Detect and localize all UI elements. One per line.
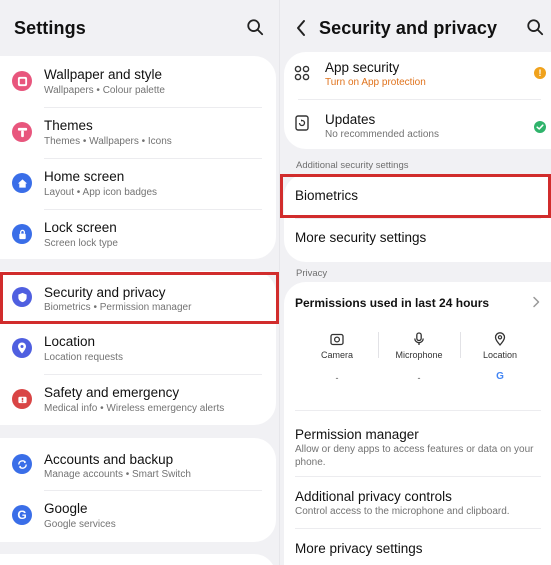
- emergency-icon: [12, 389, 32, 409]
- settings-item-google[interactable]: G Google Google services: [0, 490, 276, 542]
- item-title: Permission manager: [295, 427, 419, 442]
- google-app-icon: G: [496, 371, 504, 382]
- divider: [295, 476, 541, 477]
- settings-item-lock-screen[interactable]: Lock screen Screen lock type: [0, 209, 276, 259]
- check-icon: [534, 121, 546, 133]
- settings-header: Settings: [0, 0, 279, 56]
- warning-icon: !: [534, 67, 546, 79]
- additional-security-card: Biometrics More security settings: [284, 174, 551, 262]
- permission-microphone[interactable]: Microphone -: [384, 332, 454, 383]
- camera-icon: [330, 333, 344, 346]
- item-title: More privacy settings: [295, 541, 423, 556]
- settings-group-personalization: Wallpaper and style Wallpapers • Colour …: [0, 56, 276, 259]
- item-more-security-settings[interactable]: More security settings: [284, 218, 551, 262]
- section-header-privacy: Privacy: [296, 268, 328, 279]
- search-icon[interactable]: [246, 18, 264, 36]
- item-subtitle: Themes • Wallpapers • Icons: [44, 136, 172, 147]
- search-icon[interactable]: [526, 18, 544, 36]
- item-title: Themes: [44, 118, 93, 133]
- home-icon: [12, 173, 32, 193]
- location-pin-icon: [494, 332, 506, 346]
- item-subtitle: Wallpapers • Colour palette: [44, 85, 165, 96]
- settings-item-location[interactable]: Location Location requests: [0, 323, 276, 374]
- divider: [295, 528, 541, 529]
- item-updates[interactable]: Updates No recommended actions: [284, 100, 551, 149]
- item-title: Home screen: [44, 169, 125, 184]
- item-title: App security: [325, 60, 400, 75]
- settings-item-home-screen[interactable]: Home screen Layout • App icon badges: [0, 158, 276, 209]
- apps-grid-icon: [294, 65, 310, 81]
- chevron-right-icon: [533, 296, 540, 308]
- item-subtitle: Allow or deny apps to access features or…: [295, 444, 534, 468]
- item-subtitle: Control access to the microphone and cli…: [295, 506, 510, 517]
- microphone-icon: [414, 332, 424, 345]
- page-title: Settings: [14, 18, 86, 38]
- item-subtitle: Screen lock type: [44, 238, 118, 249]
- back-arrow-icon[interactable]: [294, 18, 308, 38]
- item-title: Updates: [325, 112, 376, 127]
- item-app-security[interactable]: App security Turn on App protection !: [284, 52, 551, 99]
- permission-camera[interactable]: Camera -: [302, 332, 372, 383]
- item-title: Additional privacy controls: [295, 489, 452, 504]
- settings-group-security: Security and privacy Biometrics • Permis…: [0, 271, 276, 425]
- item-biometrics[interactable]: Biometrics: [284, 174, 551, 218]
- settings-item-safety-emergency[interactable]: Safety and emergency Medical info • Wire…: [0, 374, 276, 425]
- settings-group-more: [0, 554, 276, 565]
- page-title: Security and privacy: [319, 18, 498, 38]
- divider: [378, 332, 379, 358]
- settings-group-accounts: Accounts and backup Manage accounts • Sm…: [0, 438, 276, 542]
- item-additional-privacy-controls[interactable]: Additional privacy controls Control acce…: [284, 480, 551, 528]
- google-icon: G: [12, 505, 32, 525]
- security-header: Security and privacy: [280, 0, 551, 56]
- permission-label: Location: [482, 350, 518, 360]
- update-icon: [295, 115, 309, 131]
- item-title: Security and privacy: [44, 285, 166, 300]
- item-title: Lock screen: [44, 220, 117, 235]
- sync-icon: [12, 454, 32, 474]
- permissions-used-row[interactable]: Permissions used in last 24 hours: [284, 282, 551, 322]
- location-icon: [12, 338, 32, 358]
- item-title: Wallpaper and style: [44, 67, 163, 82]
- privacy-card: Permissions used in last 24 hours Camera…: [284, 282, 551, 565]
- section-header-additional-security: Additional security settings: [296, 160, 409, 171]
- settings-item-wallpaper[interactable]: Wallpaper and style Wallpapers • Colour …: [0, 56, 276, 107]
- settings-item-security-privacy[interactable]: Security and privacy Biometrics • Permis…: [0, 271, 276, 323]
- item-subtitle: Google services: [44, 519, 116, 530]
- permission-location[interactable]: Location G: [465, 332, 535, 382]
- item-subtitle: No recommended actions: [325, 129, 439, 140]
- divider: [460, 332, 461, 358]
- permission-label: Camera: [320, 350, 353, 360]
- item-title: More security settings: [295, 230, 427, 245]
- divider: [295, 410, 541, 411]
- item-permission-manager[interactable]: Permission manager Allow or deny apps to…: [284, 418, 551, 472]
- item-title: Safety and emergency: [44, 385, 180, 400]
- settings-panel: Settings Wallpaper and style Wallpapers …: [0, 0, 279, 565]
- item-more-privacy-settings[interactable]: More privacy settings: [284, 532, 551, 565]
- security-privacy-panel: Security and privacy App security Turn o…: [280, 0, 551, 565]
- item-subtitle: Manage accounts • Smart Switch: [44, 469, 191, 480]
- item-title: Location: [44, 334, 96, 349]
- item-subtitle: Medical info • Wireless emergency alerts: [44, 403, 225, 414]
- settings-item-accounts-backup[interactable]: Accounts and backup Manage accounts • Sm…: [0, 438, 276, 490]
- permission-label: Microphone: [395, 350, 443, 360]
- permission-value: -: [335, 373, 339, 383]
- security-status-card: App security Turn on App protection ! Up…: [284, 52, 551, 149]
- item-title: Permissions used in last 24 hours: [295, 296, 490, 310]
- permission-value: -: [417, 373, 421, 383]
- themes-icon: [12, 122, 32, 142]
- item-title: Accounts and backup: [44, 452, 174, 467]
- settings-item-themes[interactable]: Themes Themes • Wallpapers • Icons: [0, 107, 276, 158]
- item-subtitle: Layout • App icon badges: [44, 187, 158, 198]
- palette-icon: [12, 71, 32, 91]
- lock-icon: [12, 224, 32, 244]
- item-subtitle: Location requests: [44, 352, 123, 363]
- item-subtitle: Turn on App protection: [325, 77, 426, 88]
- item-title: Biometrics: [295, 188, 359, 203]
- item-subtitle: Biometrics • Permission manager: [44, 302, 192, 313]
- shield-icon: [12, 287, 32, 307]
- item-title: Google: [44, 501, 88, 516]
